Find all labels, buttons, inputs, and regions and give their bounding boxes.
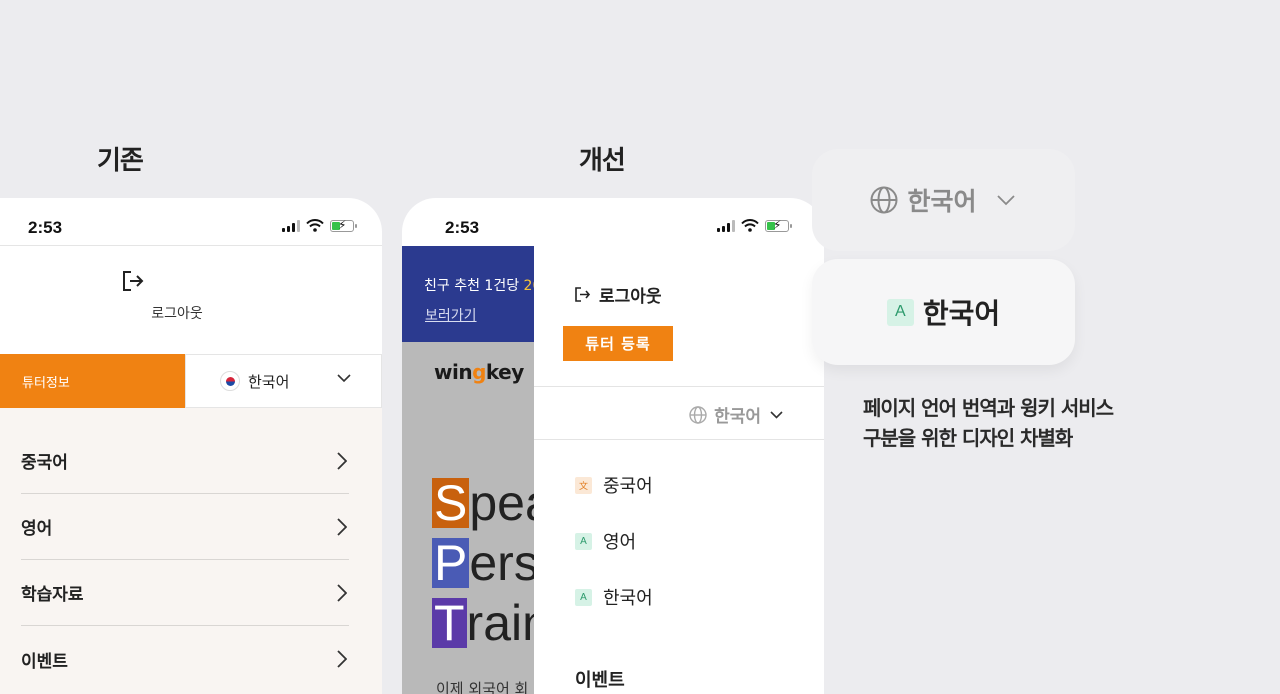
status-bar: 2:53 ⚡ [0,198,382,246]
banner-text: 친구 추천 1건당 [424,278,524,294]
logout-icon [575,287,591,302]
chinese-badge-icon: 文 [575,476,592,494]
logo-mark: g [472,360,486,384]
tab-tutor-info[interactable]: 튜터정보 [0,354,185,408]
battery-charging-icon: ⚡ [765,218,792,232]
phone-before: 2:53 ⚡ 로그아웃 튜터정보 한국어 중국어 영어 학습자료 이벤트 [0,198,382,694]
menu-section-event[interactable]: 이벤트 [575,666,625,692]
hero-caption: 이제 외국어 회 [436,680,529,694]
divider [534,439,824,440]
hero-cap: T [432,595,467,651]
heading-before: 기존 [97,146,144,176]
description-line-1: 페이지 언어 번역과 윙키 서비스 [863,396,1114,420]
battery-charging-icon: ⚡ [330,218,357,232]
wifi-icon [741,219,759,232]
menu-item-english[interactable]: 영어 [21,494,349,560]
status-time: 2:53 [445,218,480,237]
menu-item-korean[interactable]: A 한국어 [575,584,653,610]
logout-label: 로그아웃 [599,287,662,307]
hero-line-2: Pers [432,538,534,588]
side-drawer: 로그아웃 튜터 등록 한국어 文 중국어 A 영어 A 한국어 이벤트 [534,246,824,694]
logout-icon [122,270,148,294]
menu-item-english[interactable]: A 영어 [575,528,636,554]
hero-rest: pea [469,475,534,531]
referral-banner[interactable]: 친구 추천 1건당 20 보러가기 [402,246,534,342]
globe-icon [870,186,898,214]
globe-icon [689,405,707,424]
menu-item-event[interactable]: 이벤트 [21,626,349,692]
menu-item-label: 영어 [21,519,53,539]
status-time: 2:53 [28,218,63,237]
phone-after: 2:53 ⚡ 친구 추천 1건당 20 보러가기 wingkey Spea Pe… [402,198,824,694]
background-page: wingkey Spea Pers Train 이제 외국어 회 [402,342,534,694]
chevron-right-icon [337,452,347,470]
description: 페이지 언어 번역과 윙키 서비스 구분을 위한 디자인 차별화 [863,393,1114,453]
hero-rest: rain [466,595,534,651]
chevron-down-icon [770,410,783,419]
chevron-right-icon [337,584,347,602]
service-language-label: 한국어 [922,297,1001,330]
logo-prefix: win [434,360,473,384]
language-label: 한국어 [248,372,290,391]
hero-line-1: Spea [432,478,534,528]
chevron-right-icon [337,650,347,668]
cellular-signal-icon [717,219,735,232]
menu-item-label: 이벤트 [21,651,68,672]
menu-item-label: 한국어 [603,588,653,609]
menu-item-label: 중국어 [21,453,68,473]
chevron-right-icon [337,518,347,536]
tab-tutor-label: 튜터정보 [22,375,70,391]
menu-item-materials[interactable]: 학습자료 [21,560,349,626]
menu-item-chinese[interactable]: 중국어 [21,428,349,494]
menu-item-label: 중국어 [603,476,653,497]
service-language-card: A 한국어 [812,259,1075,365]
hero-cap: S [432,475,470,531]
cellular-signal-icon [282,219,300,232]
description-line-2: 구분을 위한 디자인 차별화 [863,426,1073,450]
hero-line-3: Train [432,598,534,648]
logout-area[interactable]: 로그아웃 [0,245,382,353]
old-tab-bar: 튜터정보 한국어 [0,354,382,408]
korea-flag-icon [220,371,240,391]
wingkey-logo: wingkey [434,360,524,384]
chevron-down-icon [996,194,1015,205]
language-selector[interactable]: 한국어 [185,354,382,408]
hero-rest: ers [469,535,534,591]
service-language-badge-icon: A [575,532,592,550]
divider [534,386,824,387]
chevron-down-icon [337,374,351,383]
tutor-register-button[interactable]: 튜터 등록 [563,326,673,361]
menu-item-label: 영어 [603,532,637,553]
page-language-label: 한국어 [907,187,977,216]
banner-link[interactable]: 보러가기 [425,305,477,325]
banner-highlight: 20 [523,278,534,294]
heading-after: 개선 [579,146,626,176]
page-language-card: 한국어 [812,149,1075,251]
hero-cap: P [432,535,470,591]
old-menu-list: 중국어 영어 학습자료 이벤트 [0,408,382,694]
menu-item-label: 학습자료 [21,585,84,605]
page-language-label: 한국어 [714,407,761,427]
menu-item-chinese[interactable]: 文 중국어 [575,472,653,498]
logo-suffix: key [485,360,524,384]
service-language-badge-icon: A [886,298,914,326]
logout-label: 로그아웃 [151,306,203,322]
wifi-icon [306,219,324,232]
logout-button[interactable]: 로그아웃 [575,282,662,307]
page-language-selector[interactable]: 한국어 [689,402,790,427]
service-language-badge-icon: A [575,588,592,606]
status-bar: 2:53 ⚡ [402,198,824,246]
